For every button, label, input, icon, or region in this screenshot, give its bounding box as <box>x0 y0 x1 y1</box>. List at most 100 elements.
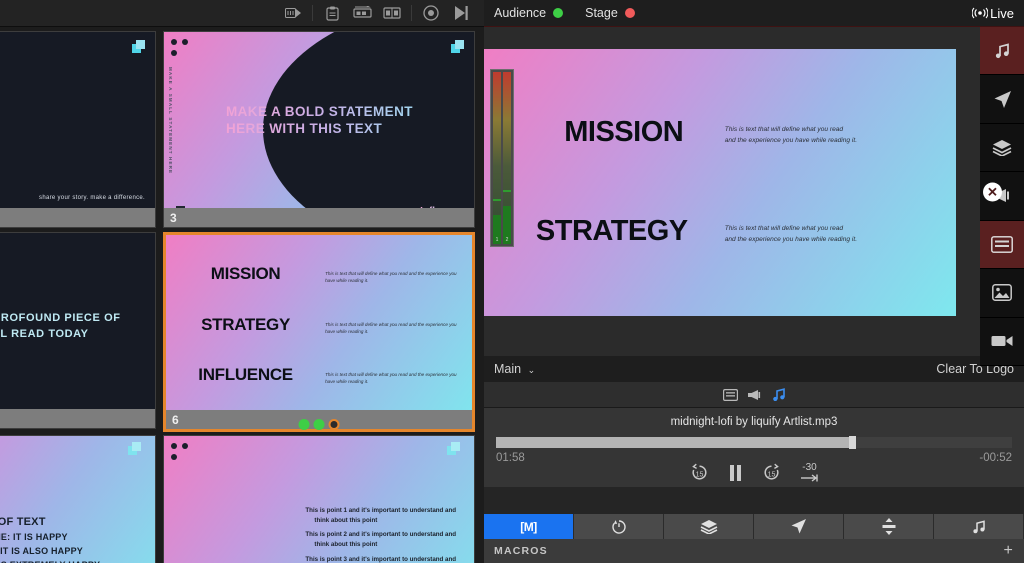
slide-thumbnail-selected[interactable]: MISSION This is text that will define wh… <box>163 232 475 432</box>
clipboard-icon[interactable] <box>317 2 347 24</box>
square-badge-icon <box>451 40 464 53</box>
split-view-icon[interactable] <box>377 2 407 24</box>
side-stage[interactable] <box>980 75 1024 124</box>
mixer-icon <box>882 518 896 535</box>
announcement-icon[interactable] <box>747 389 763 401</box>
now-playing-title: midnight-lofi by liquify Artlist.mp3 <box>670 416 838 428</box>
preview-body: This is text that will define what you r… <box>724 224 858 243</box>
preview-body: This is text that will define what you r… <box>724 125 858 144</box>
status-bar: Audience Stage Live <box>484 0 1024 27</box>
music-note-icon <box>995 43 1009 58</box>
transport-controls: 15 15 -30 <box>484 462 1024 483</box>
side-images[interactable] <box>980 269 1024 318</box>
close-icon[interactable]: ✕ <box>983 182 1002 201</box>
side-layers[interactable] <box>980 123 1024 173</box>
macro-m-icon: [M] <box>520 519 537 534</box>
navigate-icon <box>994 90 1011 108</box>
live-preview[interactable]: MISSION This is text that will define wh… <box>484 27 1024 356</box>
skip-forward-icon[interactable] <box>446 2 476 24</box>
square-badge-icon <box>128 442 141 455</box>
toolbar-divider-2 <box>411 5 412 21</box>
rewind-15-button[interactable]: 15 <box>689 462 710 483</box>
slide-grid-pane: Influence share your story. make a diffe… <box>0 0 484 563</box>
list-item: This is point 3 and it's important to un… <box>305 555 457 563</box>
slide-thumbnail[interactable]: PROFOUND PIECE OF LL READ TODAY <box>0 232 156 429</box>
slide-row-body: This is text that will define what you r… <box>325 371 457 385</box>
broadcast-icon <box>972 7 989 19</box>
output-layer-row: Main ⌄ Clear To Logo <box>484 356 1024 382</box>
svg-text:15: 15 <box>695 472 703 479</box>
meter-channel: 1 <box>493 72 501 244</box>
slide-thumbnail[interactable]: S OF TEXT ONE: IT IS HAPPY O: IT IS ALSO… <box>0 435 156 563</box>
slide-canvas: PROFOUND PIECE OF LL READ TODAY <box>0 233 155 428</box>
slide-canvas: S OF TEXT ONE: IT IS HAPPY O: IT IS ALSO… <box>0 436 155 563</box>
progress-dot <box>298 419 310 430</box>
slide-row-body: This is text that will define what you r… <box>325 271 457 284</box>
live-indicator[interactable]: Live <box>972 6 1014 21</box>
side-audio[interactable] <box>980 27 1024 76</box>
audience-status-led <box>553 8 564 18</box>
skip-to-end-button[interactable]: -30 <box>800 462 820 483</box>
tab-macros[interactable]: [M] <box>484 514 574 539</box>
tab-timers[interactable] <box>574 514 664 539</box>
audio-player: midnight-lofi by liquify Artlist.mp3 01:… <box>484 408 1024 487</box>
preview-slide-canvas: MISSION This is text that will define wh… <box>484 49 956 316</box>
seek-handle[interactable] <box>849 436 857 449</box>
slide-number: 3 <box>164 208 474 227</box>
slide-thumbnail[interactable]: Influence share your story. make a diffe… <box>0 31 156 228</box>
navigate-icon <box>790 518 807 535</box>
slide-number <box>0 409 155 428</box>
slide-thumbnail[interactable]: This is point 1 and it's important to un… <box>163 435 475 563</box>
slide-canvas: MAKE A SMALL STATEMENT HERE MAKE A BOLD … <box>164 32 474 227</box>
forward-15-button[interactable]: 15 <box>761 462 782 483</box>
slide-title: PROFOUND PIECE OF LL READ TODAY <box>0 312 121 340</box>
slide-text-block: S OF TEXT ONE: IT IS HAPPY O: IT IS ALSO… <box>0 516 100 563</box>
music-note-icon[interactable] <box>772 388 786 401</box>
pause-button[interactable] <box>728 464 743 482</box>
slide-canvas: This is point 1 and it's important to un… <box>164 436 474 563</box>
list-item: This is point 2 and it's important to un… <box>305 531 457 549</box>
layer-dropdown[interactable]: Main ⌄ <box>494 362 535 376</box>
progress-dot-current <box>328 419 340 430</box>
slide-thumbnail[interactable]: MAKE A SMALL STATEMENT HERE MAKE A BOLD … <box>163 31 475 228</box>
slide-text-icon <box>991 235 1013 253</box>
preview-heading: MISSION <box>564 115 684 148</box>
slide-row-heading: MISSION <box>210 264 281 284</box>
meter-channel-label: 2 <box>505 237 509 243</box>
meter-channel: 2 <box>503 72 511 244</box>
slide-bullet-list: This is point 1 and it's important to un… <box>300 506 458 563</box>
layer-label: Main <box>494 362 522 376</box>
side-slides[interactable] <box>980 220 1024 270</box>
tab-audio[interactable] <box>934 514 1024 539</box>
slide-loop-icon[interactable] <box>347 2 377 24</box>
slide-number <box>0 208 155 227</box>
tab-mixer[interactable] <box>844 514 934 539</box>
slide-text-icon[interactable] <box>722 388 738 401</box>
slide-row-body: This is text that will define what you r… <box>325 321 457 334</box>
seek-bar[interactable] <box>496 436 1012 449</box>
square-badge-icon <box>132 40 145 53</box>
stage-status-led <box>624 8 635 18</box>
slide-row-heading: INFLUENCE <box>198 364 293 384</box>
remaining-time: -00:52 <box>979 452 1012 464</box>
timer-icon <box>611 519 627 535</box>
left-toolbar <box>0 0 484 27</box>
chevron-down-icon: ⌄ <box>527 365 536 375</box>
control-pane: Audience Stage Live MISSION This is text… <box>484 0 1024 563</box>
quick-action-row <box>484 382 1024 408</box>
list-item: This is point 1 and it's important to un… <box>305 507 457 524</box>
audio-level-meter: 1 2 <box>490 69 514 247</box>
add-macro-button[interactable]: + <box>1003 542 1014 560</box>
layers-icon <box>992 140 1012 157</box>
tab-stage[interactable] <box>754 514 844 539</box>
macros-title: MACROS <box>494 545 548 557</box>
tab-layers[interactable] <box>664 514 754 539</box>
music-note-icon <box>972 519 986 534</box>
slide-canvas: MISSION This is text that will define wh… <box>166 235 472 429</box>
svg-text:15: 15 <box>767 472 775 479</box>
present-next-icon[interactable] <box>278 2 308 24</box>
slide-title: MAKE A BOLD STATEMENT HERE WITH THIS TEX… <box>226 104 459 138</box>
side-video[interactable] <box>980 317 1024 366</box>
record-icon[interactable] <box>416 2 446 24</box>
live-label: Live <box>990 5 1014 21</box>
